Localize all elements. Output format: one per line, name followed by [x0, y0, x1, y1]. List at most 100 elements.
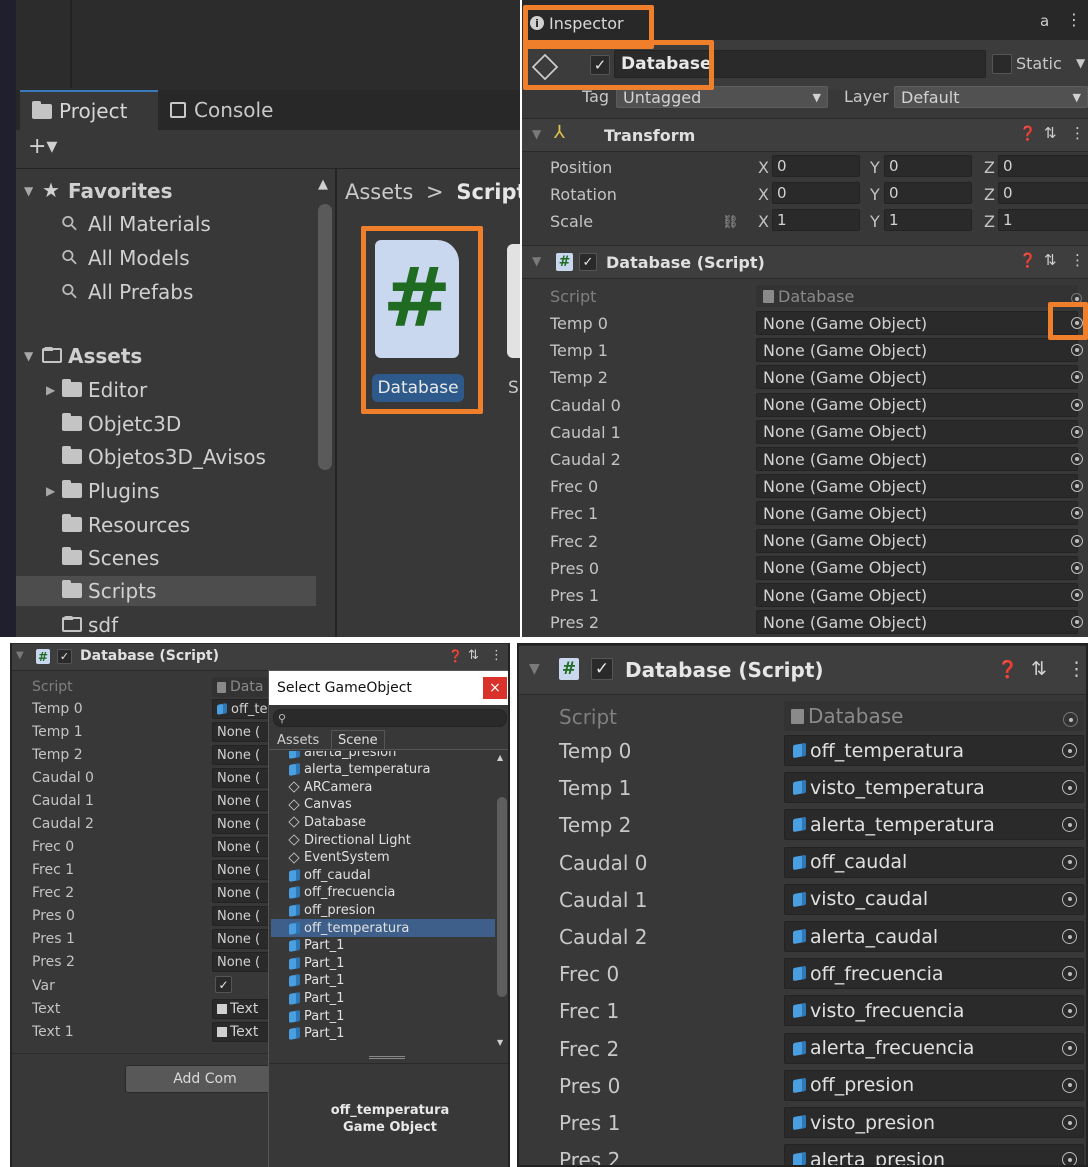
tree-item[interactable]: ⚲ All Prefabs: [16, 277, 316, 307]
component-menu-icon[interactable]: ⋮: [1070, 251, 1085, 269]
foldout-arrow-icon[interactable]: ▼: [16, 650, 24, 661]
y-field[interactable]: 0: [884, 155, 972, 177]
object-picker-icon[interactable]: [1062, 1040, 1077, 1056]
object-field[interactable]: None (: [212, 791, 272, 811]
presets-icon[interactable]: ⇅: [468, 648, 479, 663]
asset-next-tile[interactable]: [507, 244, 520, 358]
object-picker-icon[interactable]: [1062, 743, 1077, 758]
z-field[interactable]: 1: [998, 209, 1088, 231]
object-picker-icon[interactable]: [1071, 425, 1083, 438]
object-field[interactable]: alerta_frecuencia: [784, 1032, 1084, 1064]
object-field[interactable]: None (: [212, 745, 272, 765]
help-icon[interactable]: ❓: [1019, 126, 1036, 142]
object-picker-icon[interactable]: [1071, 534, 1083, 547]
object-picker-icon[interactable]: [1062, 854, 1077, 870]
text-field[interactable]: Text: [212, 999, 272, 1019]
object-field[interactable]: None (Game Object): [756, 311, 1078, 335]
presets-icon[interactable]: ⇅: [1044, 251, 1057, 269]
object-picker-icon[interactable]: [1071, 561, 1083, 574]
help-icon[interactable]: ❓: [1019, 253, 1036, 269]
z-field[interactable]: 0: [998, 155, 1088, 177]
object-field[interactable]: None (Game Object): [756, 365, 1078, 390]
y-field[interactable]: 0: [884, 182, 972, 204]
static-checkbox[interactable]: [992, 54, 1012, 74]
foldout-closed-icon[interactable]: ▶: [46, 484, 55, 498]
component-menu-icon[interactable]: ⋮: [490, 648, 503, 663]
component-enabled-checkbox[interactable]: ✓: [591, 658, 613, 680]
object-picker-icon[interactable]: [1062, 1077, 1077, 1093]
tree-item[interactable]: ▼ Assets: [16, 341, 316, 371]
object-field[interactable]: None (: [212, 883, 272, 903]
object-picker-icon[interactable]: [1071, 507, 1083, 520]
dialog-list-item[interactable]: Part_1: [271, 954, 495, 972]
tree-scrollbar[interactable]: [318, 204, 332, 470]
object-picker-icon[interactable]: [1062, 929, 1077, 944]
object-field[interactable]: None (Game Object): [756, 555, 1078, 580]
layer-dropdown[interactable]: Default ▼: [894, 86, 1088, 108]
tree-item[interactable]: Resources: [16, 510, 316, 540]
breadcrumb-assets[interactable]: Assets: [345, 180, 413, 204]
component-enabled-checkbox[interactable]: ✓: [57, 649, 72, 664]
dialog-list-item[interactable]: Part_1: [271, 989, 495, 1007]
y-field[interactable]: 1: [884, 209, 972, 231]
object-field[interactable]: None (: [212, 952, 272, 972]
foldout-arrow-icon[interactable]: ▼: [532, 127, 541, 141]
foldout-closed-icon[interactable]: ▶: [46, 383, 55, 397]
dialog-list-item[interactable]: Part_1: [271, 972, 495, 990]
object-field[interactable]: None (: [212, 814, 272, 834]
dialog-list-item[interactable]: off_frecuencia: [271, 884, 495, 902]
dialog-list-item[interactable]: Part_1: [271, 1025, 495, 1043]
static-dropdown-icon[interactable]: ▼: [1076, 56, 1085, 70]
x-field[interactable]: 0: [772, 155, 860, 177]
object-field[interactable]: off_temperatura: [784, 735, 1084, 766]
presets-icon[interactable]: ⇅: [1044, 124, 1057, 142]
tab-console[interactable]: Console: [170, 90, 300, 130]
tree-item[interactable]: ▶ Editor: [16, 375, 316, 405]
foldout-arrow-icon[interactable]: ▼: [532, 254, 541, 268]
object-field[interactable]: visto_temperatura: [784, 772, 1084, 804]
asset-next-label[interactable]: S: [508, 378, 519, 398]
object-field[interactable]: None (Game Object): [756, 419, 1078, 444]
text1-field[interactable]: Text: [212, 1022, 272, 1042]
dialog-list-item[interactable]: off_caudal: [271, 866, 495, 884]
object-picker-icon[interactable]: [1071, 371, 1083, 384]
tree-item[interactable]: sdf: [16, 610, 316, 637]
dialog-list-item[interactable]: off_temperatura: [271, 919, 495, 937]
tree-item[interactable]: ▼ ★ Favorites: [16, 176, 316, 206]
object-field[interactable]: None (: [212, 837, 272, 857]
object-picker-icon[interactable]: [1062, 1152, 1077, 1165]
tree-item[interactable]: Objetc3D: [16, 409, 316, 439]
dialog-list-item[interactable]: Canvas: [271, 796, 495, 814]
dialog-tab-assets[interactable]: Assets: [277, 733, 319, 748]
tree-item[interactable]: Scenes: [16, 543, 316, 573]
tree-item[interactable]: Objetos3D_Avisos: [16, 442, 316, 472]
object-field[interactable]: alerta_temperatura: [784, 809, 1084, 841]
tab-project[interactable]: Project: [20, 90, 158, 130]
foldout-arrow-icon[interactable]: ▼: [529, 661, 540, 677]
link-scale-icon[interactable]: ⛓: [722, 215, 739, 230]
tree-scroll-up-icon[interactable]: ▲: [318, 177, 328, 192]
foldout-open-icon[interactable]: ▼: [24, 349, 33, 363]
object-field[interactable]: None (: [212, 768, 272, 788]
dialog-list-item[interactable]: Database: [271, 813, 495, 831]
component-enabled-checkbox[interactable]: ✓: [579, 253, 597, 271]
var-checkbox[interactable]: ✓: [215, 976, 232, 993]
x-field[interactable]: 1: [772, 209, 860, 231]
dialog-list-item[interactable]: ARCamera: [271, 778, 495, 796]
object-field[interactable]: None (Game Object): [756, 392, 1078, 417]
help-icon[interactable]: ❓: [997, 660, 1018, 680]
object-picker-icon[interactable]: [1071, 453, 1083, 465]
dialog-list-item[interactable]: Part_1: [271, 937, 495, 955]
object-field[interactable]: off_frecuencia: [784, 958, 1084, 990]
object-field[interactable]: None (Game Object): [756, 501, 1078, 526]
inspector-lock-icon[interactable]: a: [1040, 12, 1049, 30]
presets-icon[interactable]: ⇅: [1031, 658, 1047, 680]
object-field[interactable]: None (: [212, 722, 272, 742]
object-field[interactable]: None (Game Object): [756, 610, 1078, 635]
object-picker-icon[interactable]: [1071, 589, 1083, 601]
dialog-scroll-down-icon[interactable]: ▼: [497, 1038, 503, 1047]
dialog-list-item[interactable]: alerta_temperatura: [271, 761, 495, 779]
object-field[interactable]: visto_presion: [784, 1107, 1084, 1138]
dialog-tab-scene[interactable]: Scene: [331, 730, 385, 750]
object-picker-icon[interactable]: [1071, 480, 1083, 493]
